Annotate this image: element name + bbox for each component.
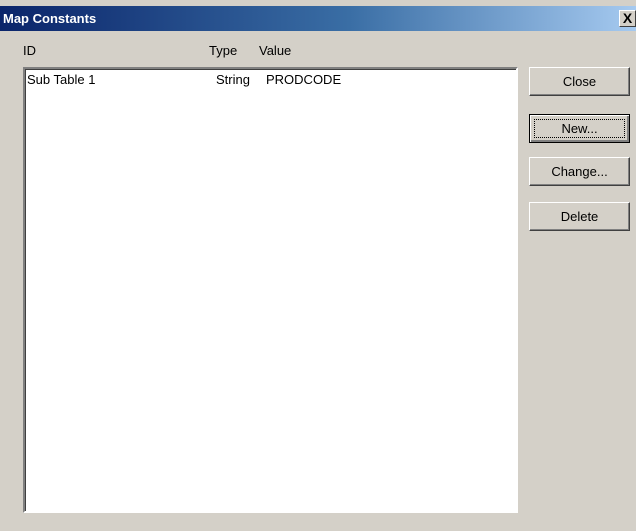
change-button[interactable]: Change... [529,157,630,186]
list-item-type: String [216,72,250,87]
column-header-type[interactable]: Type [209,43,237,58]
close-button-label: Close [562,74,597,89]
list-item[interactable]: Sub Table 1 String PRODCODE [25,71,516,89]
close-button[interactable]: Close [529,67,630,96]
map-constants-dialog: Map Constants X ID Type Value Sub Table … [0,0,636,531]
list-item-id: Sub Table 1 [27,72,96,87]
constants-list[interactable]: Sub Table 1 String PRODCODE [23,67,518,513]
window-title: Map Constants [3,11,97,26]
new-button[interactable]: New... [529,114,630,143]
title-bar[interactable]: Map Constants X [0,6,636,31]
delete-button-label: Delete [560,209,599,224]
change-button-label: Change... [551,164,608,179]
column-header-value[interactable]: Value [259,43,291,58]
new-button-label: New... [534,119,625,138]
column-header-id[interactable]: ID [23,43,36,58]
close-window-icon[interactable]: X [619,10,636,27]
list-item-value: PRODCODE [266,72,342,87]
delete-button[interactable]: Delete [529,202,630,231]
